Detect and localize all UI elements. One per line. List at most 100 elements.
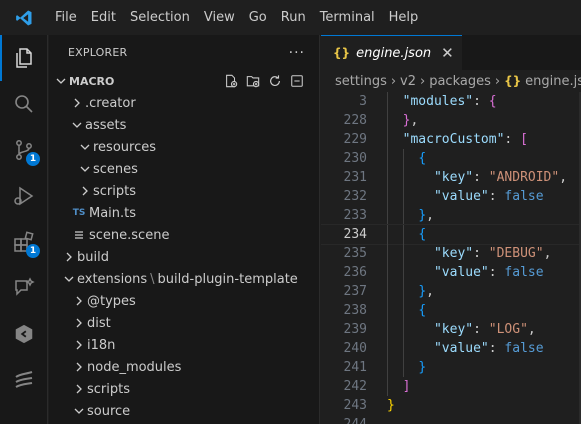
run-debug-view-button[interactable] bbox=[0, 173, 48, 219]
vscode-logo-icon bbox=[0, 0, 48, 35]
line-number: 231 bbox=[343, 170, 367, 185]
search-view-button[interactable] bbox=[0, 81, 48, 127]
chevron-right-icon: › bbox=[494, 73, 501, 89]
typescript-file-icon: TS bbox=[72, 208, 86, 218]
workspace-root-label: MACRO bbox=[69, 74, 115, 88]
tree-item-build[interactable]: build bbox=[49, 246, 319, 268]
tree-item-scene-file[interactable]: scene.scene bbox=[49, 224, 319, 246]
line-number: 234 bbox=[343, 227, 367, 242]
breadcrumb-item[interactable]: packages bbox=[429, 74, 491, 89]
menu-help[interactable]: Help bbox=[382, 0, 426, 35]
line-number: 242 bbox=[343, 379, 367, 394]
explorer-view-button[interactable] bbox=[0, 35, 48, 81]
code-line: 230 { bbox=[321, 149, 581, 168]
chevron-right-icon: › bbox=[390, 73, 397, 89]
tree-item-label: build bbox=[77, 249, 109, 265]
title-bar: File Edit Selection View Go Run Terminal… bbox=[0, 0, 581, 35]
tree-item-label: node_modules bbox=[87, 359, 182, 375]
run-debug-icon bbox=[14, 186, 34, 206]
file-lines-icon bbox=[71, 229, 87, 241]
line-number: 237 bbox=[343, 284, 367, 299]
tree-item-label: extensions bbox=[77, 271, 148, 287]
chat-view-button[interactable] bbox=[0, 265, 48, 311]
tree-item-scripts[interactable]: scripts bbox=[49, 180, 319, 202]
chevron-right-icon bbox=[71, 293, 87, 309]
tree-item-resources[interactable]: resources bbox=[49, 136, 319, 158]
source-control-view-button[interactable]: 1 bbox=[0, 127, 48, 173]
tab-label: engine.json bbox=[356, 45, 432, 61]
code-line: 240 "value": false bbox=[321, 339, 581, 358]
tree-item-i18n[interactable]: i18n bbox=[49, 334, 319, 356]
chevron-down-icon bbox=[69, 117, 85, 133]
refresh-icon[interactable] bbox=[267, 73, 283, 89]
tree-item-plugin-scripts[interactable]: scripts bbox=[49, 378, 319, 400]
breadcrumb-item[interactable]: v2 bbox=[400, 74, 416, 89]
menu-view[interactable]: View bbox=[197, 0, 242, 35]
chevron-down-icon bbox=[53, 73, 69, 89]
tree-item-label: dist bbox=[87, 315, 111, 331]
new-folder-icon[interactable] bbox=[245, 73, 261, 89]
tree-item-node-modules[interactable]: node_modules bbox=[49, 356, 319, 378]
editor-group: {} engine.json ✕ settings › v2 › package… bbox=[321, 35, 581, 424]
code-line: 241 } bbox=[321, 358, 581, 377]
collapse-all-icon[interactable] bbox=[289, 73, 305, 89]
line-number: 233 bbox=[343, 208, 367, 223]
activity-bar: 1 1 bbox=[0, 35, 48, 424]
more-actions-icon[interactable]: ··· bbox=[289, 45, 305, 61]
code-line: 233 }, bbox=[321, 206, 581, 225]
close-icon[interactable]: ✕ bbox=[441, 44, 454, 62]
code-editor[interactable]: 3 "modules": { 228 }, 229 "macroCustom":… bbox=[321, 92, 581, 424]
menu-run[interactable]: Run bbox=[274, 0, 313, 35]
tree-item-source[interactable]: source bbox=[49, 400, 319, 422]
tree-item-label: scenes bbox=[93, 161, 138, 177]
breadcrumb-item[interactable]: settings bbox=[335, 74, 387, 89]
tree-item-scenes[interactable]: scenes bbox=[49, 158, 319, 180]
new-file-icon[interactable] bbox=[223, 73, 239, 89]
line-number: 228 bbox=[343, 113, 367, 128]
files-icon bbox=[16, 48, 32, 68]
code-line: 236 "value": false bbox=[321, 263, 581, 282]
code-line: 232 "value": false bbox=[321, 187, 581, 206]
code-line: 228 }, bbox=[321, 111, 581, 130]
line-number: 243 bbox=[343, 398, 367, 413]
workspace-root[interactable]: MACRO bbox=[49, 70, 319, 92]
code-line: 235 "key": "DEBUG", bbox=[321, 244, 581, 263]
code-line: 239 "key": "LOG", bbox=[321, 320, 581, 339]
tree-item-assets[interactable]: assets bbox=[49, 114, 319, 136]
tree-item-label-nested: build-plugin-template bbox=[157, 271, 298, 287]
chevron-right-icon bbox=[61, 249, 77, 265]
code-line: 238 { bbox=[321, 301, 581, 320]
menu-terminal[interactable]: Terminal bbox=[313, 0, 382, 35]
tree-item-dist[interactable]: dist bbox=[49, 312, 319, 334]
menu-file[interactable]: File bbox=[48, 0, 84, 35]
tab-engine-json[interactable]: {} engine.json ✕ bbox=[321, 35, 462, 70]
tree-item-extensions[interactable]: extensions \ build-plugin-template bbox=[49, 268, 319, 290]
tree-item-types[interactable]: @types bbox=[49, 290, 319, 312]
stripe-extension-button[interactable] bbox=[0, 357, 48, 403]
cocos-extension-button[interactable] bbox=[0, 311, 48, 357]
stripes-icon bbox=[15, 371, 33, 388]
chevron-down-icon bbox=[77, 161, 93, 177]
chevron-right-icon bbox=[71, 337, 87, 353]
code-line: 237 }, bbox=[321, 282, 581, 301]
json-file-icon: {} bbox=[504, 74, 522, 88]
tree-item-creator[interactable]: .creator bbox=[49, 92, 319, 114]
line-number: 244 bbox=[321, 415, 367, 424]
cocos-hexagon-icon bbox=[15, 324, 33, 344]
tree-item-label: source bbox=[87, 403, 131, 419]
explorer-title: EXPLORER bbox=[68, 46, 128, 59]
chevron-down-icon bbox=[71, 403, 87, 419]
tree-item-main-ts[interactable]: TS Main.ts bbox=[49, 202, 319, 224]
code-line: 231 "key": "ANDROID", bbox=[321, 168, 581, 187]
menu-selection[interactable]: Selection bbox=[123, 0, 197, 35]
tree-item-label: scripts bbox=[93, 183, 136, 199]
compact-folder-separator: \ bbox=[150, 271, 155, 287]
menu-go[interactable]: Go bbox=[242, 0, 274, 35]
line-number: 235 bbox=[343, 246, 367, 261]
tree-item-label: assets bbox=[85, 117, 127, 133]
breadcrumb-item[interactable]: engine.json bbox=[525, 74, 581, 89]
menu-edit[interactable]: Edit bbox=[84, 0, 123, 35]
code-line: 229 "macroCustom": [ bbox=[321, 130, 581, 149]
chat-sparkle-icon bbox=[15, 277, 35, 296]
extensions-view-button[interactable]: 1 bbox=[0, 219, 48, 265]
